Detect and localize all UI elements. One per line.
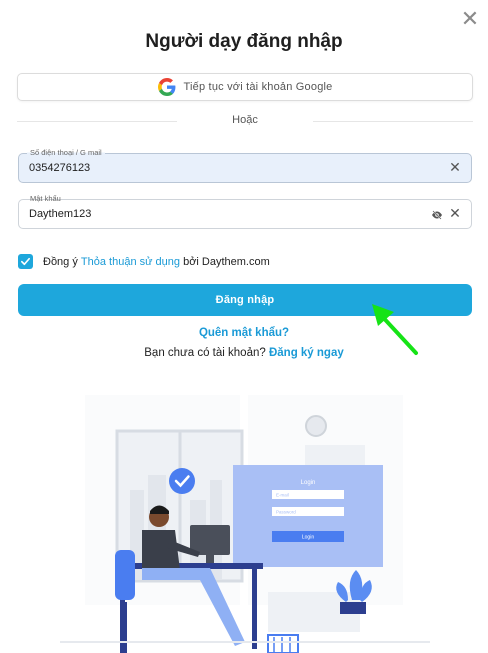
divider-text: Hoặc bbox=[232, 114, 258, 126]
register-link[interactable]: Đăng ký ngay bbox=[269, 347, 344, 359]
register-prompt: Bạn chưa có tài khoản? bbox=[144, 347, 266, 359]
illus-login-btn: Login bbox=[302, 535, 314, 541]
login-illustration: Login E-mail Password Login bbox=[60, 395, 430, 653]
terms-agreement: Đồng ý Thỏa thuận sử dụng bởi Daythem.co… bbox=[18, 254, 270, 269]
illus-title: Login bbox=[301, 480, 316, 486]
password-input[interactable] bbox=[29, 200, 409, 228]
register-row: Bạn chưa có tài khoản? Đăng ký ngay bbox=[0, 347, 488, 359]
phone-email-field: Số điện thoại / G mail ✕ bbox=[18, 148, 472, 183]
terms-link[interactable]: Thỏa thuận sử dụng bbox=[81, 256, 180, 268]
clear-icon[interactable]: ✕ bbox=[449, 161, 461, 175]
terms-prefix: Đồng ý bbox=[43, 255, 81, 268]
terms-suffix: bởi Daythem.com bbox=[180, 255, 270, 268]
illus-email: E-mail bbox=[276, 493, 289, 498]
password-field: Mật khẩu ✕ bbox=[18, 194, 472, 229]
checkmark-icon bbox=[21, 257, 30, 266]
or-divider: Hoặc bbox=[17, 113, 473, 129]
clear-icon[interactable]: ✕ bbox=[449, 207, 461, 221]
eye-off-icon[interactable] bbox=[431, 209, 443, 221]
google-login-button[interactable]: Tiếp tục với tài khoản Google bbox=[17, 73, 473, 101]
close-icon[interactable]: ✕ bbox=[460, 9, 480, 31]
google-icon bbox=[157, 78, 175, 96]
google-login-label: Tiếp tục với tài khoản Google bbox=[183, 81, 333, 93]
terms-checkbox[interactable] bbox=[18, 254, 33, 269]
illus-password: Password bbox=[276, 510, 296, 515]
divider-line-right bbox=[313, 121, 473, 122]
login-button[interactable]: Đăng nhập bbox=[18, 284, 472, 316]
phone-email-input[interactable] bbox=[29, 154, 409, 182]
page-title: Người dạy đăng nhập bbox=[145, 31, 343, 52]
forgot-password-link[interactable]: Quên mật khẩu? bbox=[0, 327, 488, 339]
